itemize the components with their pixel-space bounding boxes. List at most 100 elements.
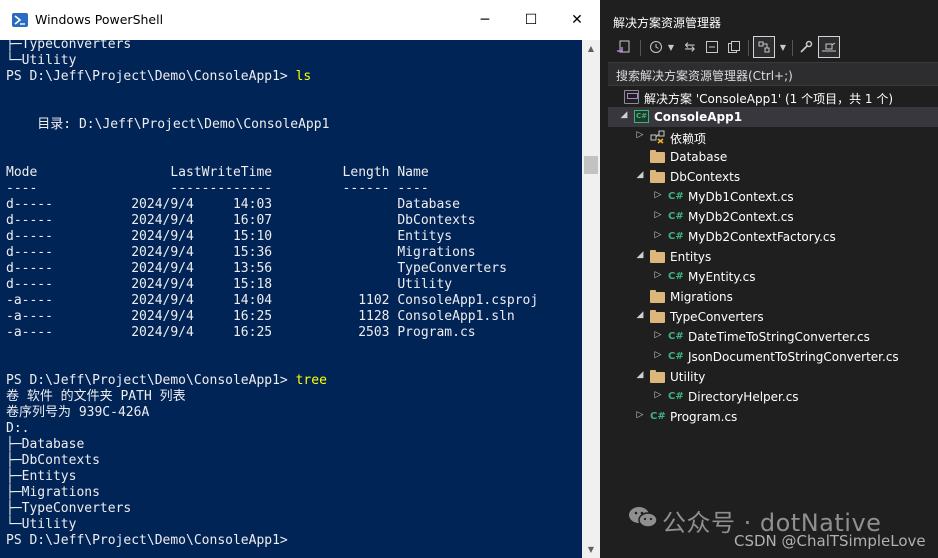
switch-views-icon[interactable]: [614, 36, 634, 58]
folder-icon: [650, 170, 665, 183]
scroll-up-arrow-icon[interactable]: ▲: [582, 40, 600, 57]
tree-item-label: 依赖项: [670, 132, 707, 146]
collapsed-arrow-icon[interactable]: ▷: [634, 410, 646, 424]
tree-item[interactable]: ▷ C# MyDb2ContextFactory.cs: [608, 227, 938, 247]
collapse-all-icon[interactable]: [702, 36, 722, 58]
wechat-logo-icon: [629, 507, 658, 528]
tree-item-label: MyEntity.cs: [688, 270, 756, 284]
collapsed-arrow-icon[interactable]: ▷: [652, 190, 664, 204]
csharp-file-icon: C#: [668, 211, 684, 222]
tree-item[interactable]: ▷ 依赖项: [608, 127, 938, 147]
folder-icon: [650, 250, 665, 263]
expanded-arrow-icon[interactable]: ◢: [634, 170, 646, 184]
console-prompt: PS D:\Jeff\Project\Demo\ConsoleApp1>: [6, 373, 296, 388]
collapsed-arrow-icon[interactable]: ▷: [652, 270, 664, 284]
tree-item[interactable]: ▷ C# Program.cs: [608, 407, 938, 427]
folder-icon: [650, 370, 665, 383]
console-line: -a---- 2024/9/4 16:25 1128 ConsoleApp1.s…: [6, 309, 515, 324]
console-line: ├─Entitys: [6, 469, 77, 484]
toolbar-separator: [748, 40, 749, 56]
console-prompt: PS D:\Jeff\Project\Demo\ConsoleApp1>: [6, 69, 296, 84]
collapsed-arrow-icon[interactable]: ▷: [652, 390, 664, 404]
console-line: D:.: [6, 421, 30, 436]
console-line: ├─Database: [6, 437, 85, 452]
tree-item[interactable]: ◢ C# ConsoleApp1: [608, 107, 938, 127]
tree-item[interactable]: ▷ C# DateTimeToStringConverter.cs: [608, 327, 938, 347]
tree-item-label: ConsoleApp1: [654, 110, 743, 124]
tree-item[interactable]: ◢ Utility: [608, 367, 938, 387]
collapsed-arrow-icon[interactable]: ▷: [652, 230, 664, 244]
csharp-file-icon: C#: [650, 411, 666, 422]
csharp-file-icon: C#: [668, 231, 684, 242]
scroll-down-arrow-icon[interactable]: ▼: [582, 541, 600, 558]
csproj-icon: C#: [634, 110, 649, 123]
console-line: └─Utility: [6, 53, 77, 68]
csdn-watermark: CSDN @ChalTSimpleLove: [734, 532, 926, 550]
console-line: ├─TypeConverters: [6, 501, 132, 516]
powershell-window: Windows PowerShell ─ ☐ ✕ ├─TypeConverter…: [0, 0, 600, 558]
close-button[interactable]: ✕: [554, 0, 600, 40]
tree-item-label: DateTimeToStringConverter.cs: [688, 330, 870, 344]
tree-item[interactable]: Migrations: [608, 287, 938, 307]
folder-icon: [650, 310, 665, 323]
tree-item-label: Database: [670, 150, 728, 164]
solution-search-input[interactable]: 搜索解决方案资源管理器(Ctrl+;): [608, 62, 938, 86]
console-output[interactable]: ├─TypeConverters └─Utility PS D:\Jeff\Proj…: [0, 40, 582, 558]
tree-item-label: TypeConverters: [670, 310, 764, 324]
solution-explorer-toolbar: ▼ ⇆ ▼: [608, 34, 938, 62]
expanded-arrow-icon[interactable]: ◢: [634, 250, 646, 264]
solution-explorer-panel: 解决方案资源管理器 ▼ ⇆ ▼ 搜索解决方案资源管理器(Ctrl+;) 解决方案…: [608, 0, 938, 558]
csharp-file-icon: C#: [668, 271, 684, 282]
maximize-button[interactable]: ☐: [508, 0, 554, 40]
tree-item[interactable]: ▷ C# JsonDocumentToStringConverter.cs: [608, 347, 938, 367]
properties-icon[interactable]: [796, 36, 816, 58]
collapsed-arrow-icon[interactable]: ▷: [652, 210, 664, 224]
console-text: ├─TypeConverters └─Utility PS D:\Jeff\Proj…: [6, 40, 538, 549]
console-line: └─Utility: [6, 517, 77, 532]
toolbar-separator: [640, 40, 641, 56]
collapsed-arrow-icon[interactable]: ▷: [652, 350, 664, 364]
tree-item[interactable]: ▷ C# MyDb1Context.cs: [608, 187, 938, 207]
copy-icon[interactable]: [724, 36, 744, 58]
history-dropdown-icon[interactable]: ▼: [666, 36, 676, 58]
folder-icon: [650, 290, 665, 303]
tree-item[interactable]: ◢ Entitys: [608, 247, 938, 267]
console-line: d----- 2024/9/4 15:18 Utility: [6, 277, 453, 292]
tree-item[interactable]: ◢ TypeConverters: [608, 307, 938, 327]
history-icon[interactable]: [646, 36, 666, 58]
console-prompt: PS D:\Jeff\Project\Demo\ConsoleApp1>: [6, 533, 296, 548]
console-line: d----- 2024/9/4 15:10 Entitys: [6, 229, 453, 244]
scroll-thumb[interactable]: [584, 156, 598, 174]
expanded-arrow-icon[interactable]: ◢: [634, 310, 646, 324]
filter-icon[interactable]: [753, 36, 775, 58]
powershell-icon: [12, 13, 28, 27]
tree-item[interactable]: ◢ DbContexts: [608, 167, 938, 187]
tree-item[interactable]: 解决方案 'ConsoleApp1' (1 个项目，共 1 个): [608, 87, 938, 107]
console-scrollbar[interactable]: ▲ ▼: [582, 40, 600, 558]
panel-title: 解决方案资源管理器: [613, 16, 722, 30]
tree-item-label: Program.cs: [670, 410, 738, 424]
console-line: d----- 2024/9/4 15:36 Migrations: [6, 245, 476, 260]
console-line: ---- ------------- ------ ----: [6, 181, 429, 196]
csharp-file-icon: C#: [668, 331, 684, 342]
filter-dropdown-icon[interactable]: ▼: [778, 36, 788, 58]
tree-item[interactable]: ▷ C# DirectoryHelper.cs: [608, 387, 938, 407]
collapsed-arrow-icon[interactable]: ▷: [634, 130, 646, 144]
tree-item[interactable]: Database: [608, 147, 938, 167]
powershell-title-bar[interactable]: Windows PowerShell ─ ☐ ✕: [0, 0, 600, 40]
sync-icon[interactable]: ⇆: [680, 36, 700, 58]
expanded-arrow-icon[interactable]: ◢: [634, 370, 646, 384]
tree-item-label: Utility: [670, 370, 706, 384]
tree-item[interactable]: ▷ C# MyEntity.cs: [608, 267, 938, 287]
collapsed-arrow-icon[interactable]: ▷: [652, 330, 664, 344]
minimize-button[interactable]: ─: [462, 0, 508, 40]
console-line: d----- 2024/9/4 13:56 TypeConverters: [6, 261, 507, 276]
console-line: ├─Migrations: [6, 485, 100, 500]
preview-icon[interactable]: [818, 36, 840, 58]
toolbar-separator: [792, 40, 793, 56]
csharp-file-icon: C#: [668, 391, 684, 402]
expanded-arrow-icon[interactable]: ◢: [618, 110, 630, 124]
csharp-file-icon: C#: [668, 351, 684, 362]
tree-item[interactable]: ▷ C# MyDb2Context.cs: [608, 207, 938, 227]
